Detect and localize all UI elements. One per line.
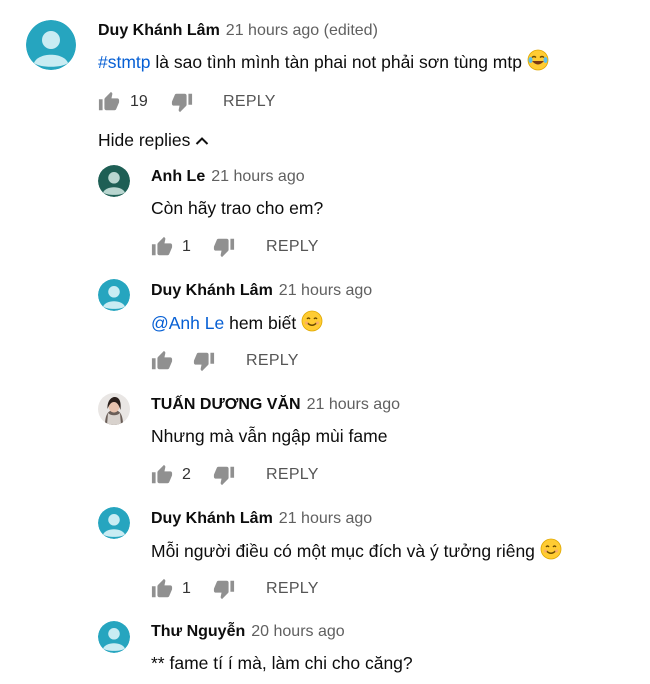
reply-button[interactable]: REPLY <box>266 237 319 257</box>
author-name[interactable]: Duy Khánh Lâm <box>151 282 273 299</box>
timestamp[interactable]: 20 hours ago <box>251 623 344 640</box>
like-count: 19 <box>130 93 148 110</box>
comment-actions: REPLY <box>151 350 351 372</box>
comment-actions: 2 REPLY <box>151 464 351 486</box>
comment-actions: 1 REPLY <box>151 578 351 600</box>
hide-replies-label: Hide replies <box>98 130 191 150</box>
thumbs-up-icon[interactable] <box>151 350 173 372</box>
thumbs-up-icon[interactable] <box>98 91 120 113</box>
thumbs-up-icon[interactable] <box>151 578 173 600</box>
smiling-face-emoji-icon <box>540 538 562 566</box>
comment-header: TUẤN DƯƠNG VĂN 21 hours ago <box>151 395 400 415</box>
comment-text: Mỗi người điều có một mục đích và ý tưởn… <box>151 538 562 566</box>
comment-header: Thư Nguyễn 20 hours ago <box>151 622 345 642</box>
thumbs-up-icon[interactable] <box>151 236 173 258</box>
author-name[interactable]: Anh Le <box>151 168 205 185</box>
thumbs-down-icon[interactable] <box>213 578 235 600</box>
comment-header: Duy Khánh Lâm 21 hours ago <box>151 281 372 301</box>
comment-header: Duy Khánh Lâm 21 hours ago (edited) <box>98 21 378 41</box>
reply-comment: Duy Khánh Lâm 21 hours ago @Anh Le hem bi… <box>0 274 650 384</box>
comment-text: Còn hãy trao cho em? <box>151 196 323 220</box>
thumbs-up-icon[interactable] <box>151 464 173 486</box>
default-avatar-icon[interactable] <box>98 279 130 311</box>
hashtag-link[interactable]: #stmtp <box>98 52 151 72</box>
comment-body: hem biết <box>224 313 297 333</box>
tears-of-joy-emoji-icon <box>527 49 549 77</box>
author-name[interactable]: Duy Khánh Lâm <box>151 510 273 527</box>
author-name[interactable]: Thư Nguyễn <box>151 623 245 640</box>
default-avatar-icon[interactable] <box>98 621 130 653</box>
like-count: 1 <box>182 580 191 597</box>
like-count: 1 <box>182 238 191 255</box>
smiling-face-emoji-icon <box>301 310 323 338</box>
thumbs-down-icon[interactable] <box>171 91 193 113</box>
comment-body: Mỗi người điều có một mục đích và ý tưởn… <box>151 541 535 561</box>
comment-header: Duy Khánh Lâm 21 hours ago <box>151 509 372 529</box>
comment-header: Anh Le 21 hours ago <box>151 167 305 187</box>
reply-comment: TUẤN DƯƠNG VĂN 21 hours ago Nhưng mà vẫn … <box>0 388 650 498</box>
main-comment: Duy Khánh Lâm 21 hours ago (edited) #stmt… <box>0 0 650 120</box>
default-avatar-icon[interactable] <box>98 507 130 539</box>
reply-comment: Thư Nguyễn 20 hours ago ** fame tí í mà, … <box>0 616 650 684</box>
timestamp[interactable]: 21 hours ago <box>211 168 304 185</box>
reply-button[interactable]: REPLY <box>223 92 276 112</box>
timestamp[interactable]: 21 hours ago <box>279 282 372 299</box>
comment-text: #stmtp là sao tình mình tàn phai not phả… <box>98 49 549 77</box>
thumbs-down-icon[interactable] <box>213 236 235 258</box>
comment-body: Nhưng mà vẫn ngập mùi fame <box>151 426 388 446</box>
comment-text: Nhưng mà vẫn ngập mùi fame <box>151 424 387 448</box>
default-avatar-icon[interactable] <box>26 20 76 70</box>
comment-actions: 1 REPLY <box>151 236 351 258</box>
thumbs-down-icon[interactable] <box>193 350 215 372</box>
comment-text: @Anh Le hem biết <box>151 310 323 338</box>
author-name[interactable]: Duy Khánh Lâm <box>98 22 220 39</box>
mention-link[interactable]: @Anh Le <box>151 313 224 333</box>
timestamp[interactable]: 21 hours ago <box>307 396 400 413</box>
photo-avatar-icon[interactable] <box>98 393 130 425</box>
reply-button[interactable]: REPLY <box>266 465 319 485</box>
like-count: 2 <box>182 466 191 483</box>
comment-body: ** fame tí í mà, làm chi cho căng? <box>151 653 413 673</box>
reply-comment: Anh Le 21 hours ago Còn hãy trao cho em? … <box>0 160 650 270</box>
reply-comment: Duy Khánh Lâm 21 hours ago Mỗi người điều… <box>0 502 650 612</box>
timestamp[interactable]: 21 hours ago <box>279 510 372 527</box>
reply-button[interactable]: REPLY <box>246 351 299 371</box>
comment-thread: Duy Khánh Lâm 21 hours ago (edited) #stmt… <box>0 0 650 684</box>
thumbs-down-icon[interactable] <box>213 464 235 486</box>
default-avatar-icon[interactable] <box>98 165 130 197</box>
comment-text: ** fame tí í mà, làm chi cho căng? <box>151 651 413 675</box>
comment-actions: 19 REPLY <box>98 91 298 113</box>
comment-body: Còn hãy trao cho em? <box>151 198 324 218</box>
comment-body: là sao tình mình tàn phai not phải sơn t… <box>150 52 522 72</box>
hide-replies-button[interactable]: Hide replies <box>98 128 209 152</box>
author-name[interactable]: TUẤN DƯƠNG VĂN <box>151 396 301 413</box>
chevron-up-icon <box>196 137 209 145</box>
reply-button[interactable]: REPLY <box>266 579 319 599</box>
timestamp[interactable]: 21 hours ago (edited) <box>226 22 378 39</box>
